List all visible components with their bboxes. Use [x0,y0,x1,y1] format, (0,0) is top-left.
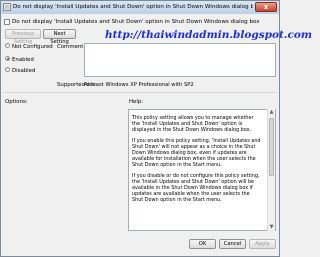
help-label: Help: [129,99,144,105]
radio-not-configured[interactable]: Not Configured [5,43,53,51]
cancel-button[interactable]: Cancel [219,239,246,249]
policy-dialog-window: Do not display 'Install Updates and Shut… [0,0,312,257]
setting-name: Do not display 'Install Updates and Shut… [12,19,260,25]
radio-disabled[interactable]: Disabled [5,67,35,75]
divider [4,92,276,93]
next-setting-button[interactable]: Next Setting [43,29,76,45]
window-title: Do not display 'Install Updates and Shut… [13,4,253,10]
policy-setting-icon [3,3,11,11]
help-paragraph: This policy setting allows you to manage… [132,115,254,133]
help-paragraph: If you disable or do not configure this … [132,173,260,203]
scroll-up-arrow-icon[interactable]: ▲ [268,109,275,116]
scrollbar-thumb[interactable] [269,118,274,176]
comment-textarea[interactable] [84,43,276,77]
ok-button[interactable]: OK [189,239,216,249]
radio-label: Not Configured [12,44,53,50]
close-button[interactable]: x [255,2,277,12]
comment-label: Comment: [57,44,86,50]
setting-header: Do not display 'Install Updates and Shut… [4,17,276,27]
radio-button-selected-icon [5,56,10,61]
options-label: Options: [5,99,28,105]
supported-on-value: At least Windows XP Professional with SP… [84,82,194,88]
radio-button-icon [5,67,10,72]
apply-button[interactable]: Apply [249,239,276,249]
radio-enabled[interactable]: Enabled [5,56,34,64]
options-pane [4,109,127,231]
radio-label: Disabled [12,68,36,74]
watermark-url: http://thaiwindadmin.blogspot.com [105,29,312,41]
help-text: This policy setting allows you to manage… [132,115,262,208]
help-scrollbar[interactable]: ▲ ▼ [267,109,275,231]
radio-label: Enabled [12,57,34,63]
radio-button-icon [5,43,10,48]
title-bar[interactable]: Do not display 'Install Updates and Shut… [1,1,279,14]
policy-setting-icon [4,18,10,25]
scroll-down-arrow-icon[interactable]: ▼ [268,224,275,231]
help-paragraph: If you enable this policy setting, 'Inst… [132,138,261,168]
previous-setting-button[interactable]: Previous Setting [5,29,41,45]
